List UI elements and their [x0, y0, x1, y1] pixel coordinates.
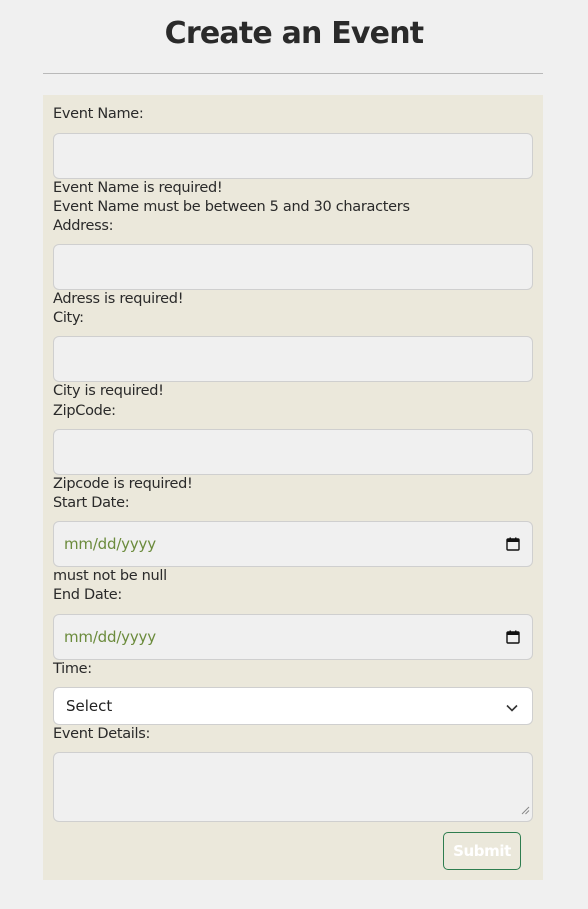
zipcode-error: Zipcode is required!: [53, 476, 193, 492]
title-divider: [43, 73, 543, 74]
event-details-textarea[interactable]: [53, 752, 533, 822]
event-details-label: Event Details:: [53, 726, 151, 742]
end-date-input[interactable]: mm/dd/yyyy: [53, 614, 533, 660]
chevron-down-icon: [506, 697, 518, 716]
end-date-placeholder: mm/dd/yyyy: [64, 628, 156, 646]
page: Create an Event Event Name: Event Name i…: [0, 0, 588, 909]
event-name-input[interactable]: [53, 133, 533, 179]
city-error: City is required!: [53, 383, 164, 399]
time-label: Time:: [53, 661, 92, 677]
start-date-error: must not be null: [53, 568, 167, 584]
address-error: Adress is required!: [53, 291, 184, 307]
end-date-label: End Date:: [53, 587, 123, 603]
address-label: Address:: [53, 218, 114, 234]
city-input[interactable]: [53, 336, 533, 382]
page-title: Create an Event: [164, 16, 424, 51]
calendar-icon[interactable]: [506, 630, 520, 644]
zipcode-label: ZipCode:: [53, 403, 116, 419]
event-name-error-length: Event Name must be between 5 and 30 char…: [53, 199, 410, 215]
event-form: Event Name: Event Name is required! Even…: [43, 95, 543, 880]
start-date-label: Start Date:: [53, 495, 130, 511]
time-select[interactable]: Select: [53, 687, 533, 725]
address-input[interactable]: [53, 244, 533, 290]
event-name-error-required: Event Name is required!: [53, 180, 223, 196]
start-date-placeholder: mm/dd/yyyy: [64, 535, 156, 553]
zipcode-input[interactable]: [53, 429, 533, 475]
city-label: City:: [53, 310, 84, 326]
time-select-value: Select: [66, 697, 113, 715]
event-name-label: Event Name:: [53, 106, 144, 122]
start-date-input[interactable]: mm/dd/yyyy: [53, 521, 533, 567]
submit-button[interactable]: Submit: [443, 832, 521, 870]
calendar-icon[interactable]: [506, 537, 520, 551]
resize-grip-icon[interactable]: [521, 800, 530, 819]
